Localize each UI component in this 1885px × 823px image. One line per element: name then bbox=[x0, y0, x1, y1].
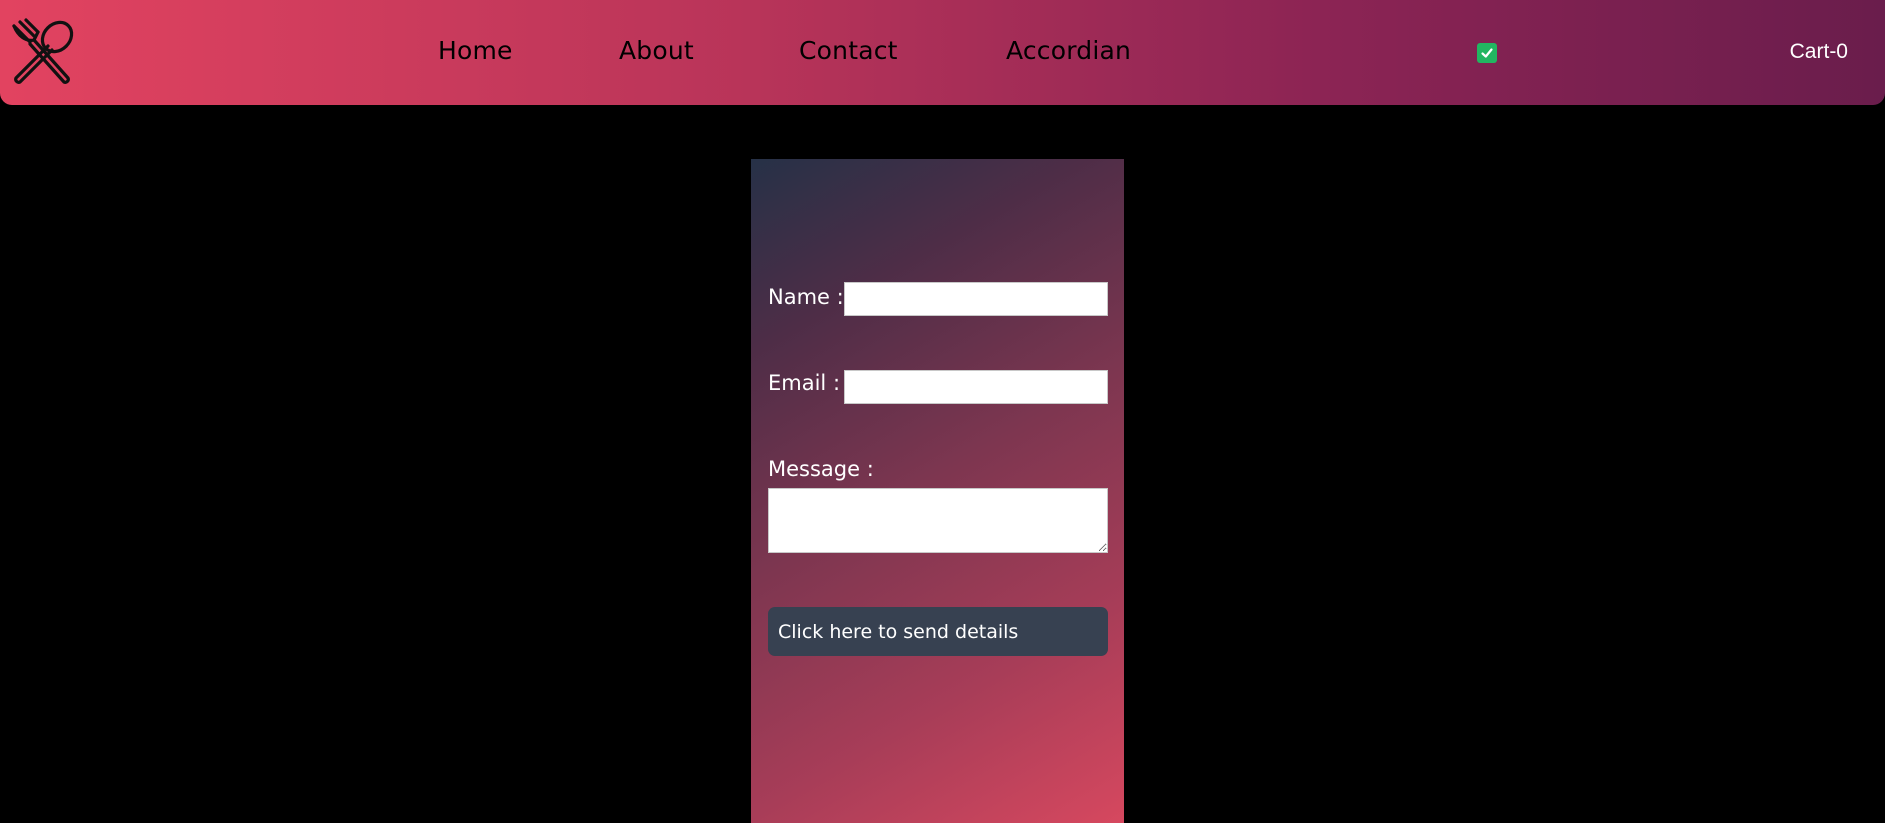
name-input[interactable] bbox=[844, 282, 1108, 316]
fork-spoon-icon[interactable] bbox=[8, 16, 80, 88]
contact-form-panel: Name : Email : Message : Click here to s… bbox=[751, 159, 1124, 823]
nav-link-about[interactable]: About bbox=[619, 36, 694, 65]
email-input[interactable] bbox=[844, 370, 1108, 404]
message-label: Message : bbox=[768, 457, 874, 481]
name-label: Name : bbox=[768, 285, 844, 309]
nav-link-accordion[interactable]: Accordian bbox=[1006, 36, 1131, 65]
top-navbar: Home About Contact Accordian Cart-0 bbox=[0, 0, 1885, 105]
nav-link-contact[interactable]: Contact bbox=[799, 36, 898, 65]
checkbox-checked-icon[interactable] bbox=[1477, 43, 1497, 63]
email-label: Email : bbox=[768, 371, 841, 395]
cart-link[interactable]: Cart-0 bbox=[1790, 40, 1848, 64]
send-details-button[interactable]: Click here to send details bbox=[768, 607, 1108, 656]
message-textarea[interactable] bbox=[768, 488, 1108, 553]
nav-link-home[interactable]: Home bbox=[438, 36, 513, 65]
